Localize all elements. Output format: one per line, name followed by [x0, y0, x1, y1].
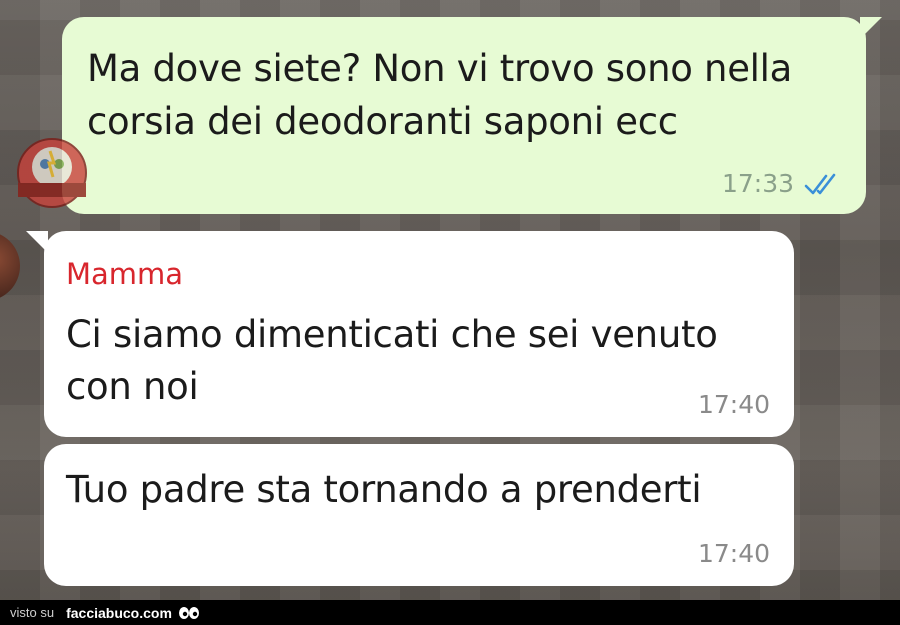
incoming-message-bubble[interactable]: Tuo padre sta tornando a prenderti 17:40 [44, 444, 794, 586]
incoming-message-text: Ci siamo dimenticati che sei venuto con … [66, 313, 718, 408]
contact-avatar[interactable] [0, 231, 20, 301]
incoming-message-time: 17:40 [697, 390, 770, 419]
watermark-seal-logo [17, 138, 87, 208]
footer-site-link[interactable]: facciabuco.com [66, 605, 172, 621]
chat-area: Ma dove siete? Non vi trovo sono nella c… [0, 0, 900, 600]
message-meta: 17:33 [722, 169, 842, 198]
bubble-tail [26, 231, 48, 253]
incoming-message-time: 17:40 [697, 539, 770, 568]
double-check-icon [804, 173, 836, 194]
outgoing-message-time: 17:33 [721, 169, 794, 198]
outgoing-message-text: Ma dove siete? Non vi trovo sono nella c… [87, 47, 793, 143]
sender-name[interactable]: Mamma [66, 257, 183, 291]
eyes-logo-icon [178, 606, 199, 619]
bubble-tail [860, 17, 882, 39]
outgoing-message-bubble[interactable]: Ma dove siete? Non vi trovo sono nella c… [62, 17, 882, 214]
footer-label: visto su [10, 605, 55, 620]
incoming-message-bubble[interactable]: Mamma Ci siamo dimenticati che sei venut… [26, 231, 794, 437]
incoming-message-text: Tuo padre sta tornando a prenderti [66, 468, 702, 511]
source-footer: visto su facciabuco.com [0, 600, 900, 625]
